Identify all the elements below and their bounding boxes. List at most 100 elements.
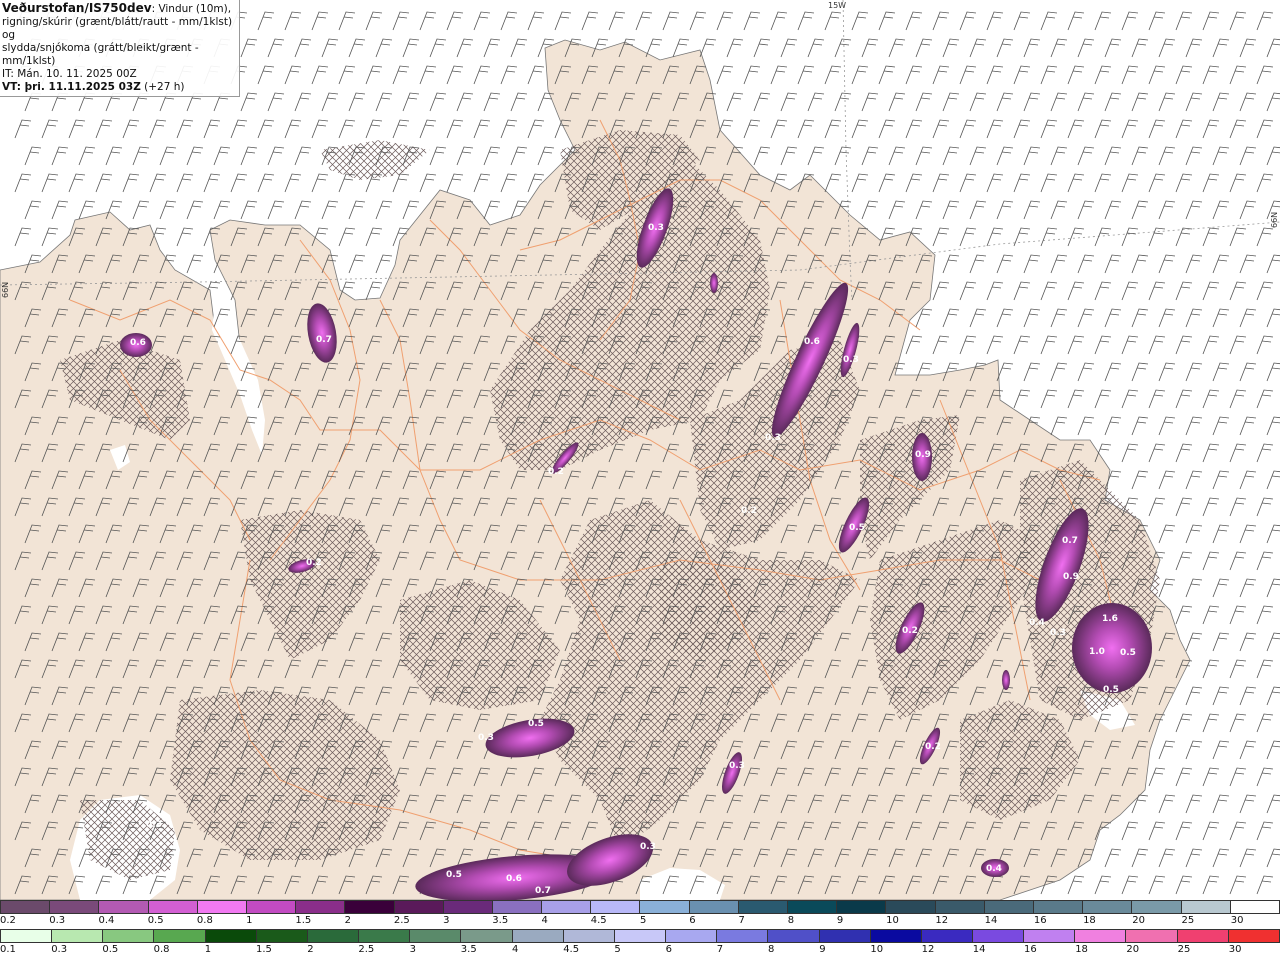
legend-tick-label: 4.5 [590, 915, 607, 926]
legend-swatch [613, 929, 666, 943]
legend-tick-label: 0.3 [51, 944, 68, 955]
precip-label: 0.2 [925, 742, 941, 752]
legend-tick-label: 3.5 [460, 944, 477, 955]
precip-label: 0.5 [528, 719, 544, 729]
precip-label: 0.7 [1062, 536, 1078, 546]
legend-tick-label: 8 [768, 944, 775, 955]
legend-swatch [934, 900, 984, 914]
legend-tick-label: 16 [1024, 944, 1037, 955]
legend-tick-label: 4 [541, 915, 548, 926]
precip-label: 0.4 [1029, 618, 1045, 628]
legend-swatch [971, 929, 1024, 943]
precip-label: 0.3 [478, 733, 494, 743]
legend-swatch [98, 900, 148, 914]
legend-tick-label: 1 [246, 915, 253, 926]
legend-tick-label: 18 [1083, 915, 1096, 926]
precip-label: 0.9 [1063, 572, 1079, 582]
legend-swatch [153, 929, 205, 943]
legend-swatch [885, 900, 935, 914]
legend-tick-label: 2.5 [393, 915, 410, 926]
legend-tick-label: 0.1 [0, 944, 16, 955]
legend-tick-label: 20 [1126, 944, 1140, 955]
legend-tick-label: 6 [665, 944, 672, 955]
legend-swatch [562, 929, 614, 943]
legend-tick-label: 1.5 [256, 944, 272, 955]
legend-swatch [245, 900, 296, 914]
desc-line: : Vindur (10m), [151, 3, 232, 15]
legend-tick-label: 12 [921, 944, 935, 955]
precip-label: 0.5 [849, 523, 865, 533]
legend-tick-label: 14 [972, 944, 986, 955]
legend-tick-label: 3 [409, 944, 416, 955]
legend-tick-label: 10 [886, 915, 899, 926]
legend-tick-label: 9 [836, 915, 844, 926]
legend-tick-label: 20 [1132, 915, 1146, 926]
legend-swatch [1131, 900, 1181, 914]
precip-label: 0.5 [446, 870, 462, 880]
legend-swatch [767, 929, 819, 943]
legend-tick-label: 2.5 [358, 944, 375, 955]
legend-tick-label: 0.4 [98, 915, 115, 926]
legend-swatch [1176, 929, 1228, 943]
lat-label-right: 66N [1270, 212, 1279, 228]
desc-line: slydda/snjókoma (grátt/bleikt/grænt - mm… [2, 42, 199, 67]
legend-swatch [147, 900, 197, 914]
legend-swatch [442, 900, 492, 914]
legend-tick-label: 8 [787, 915, 795, 926]
legend-swatch [787, 900, 837, 914]
precip-label: 0.3 [648, 223, 664, 233]
legend-tick-label: 25 [1177, 944, 1191, 955]
legend-swatch [541, 900, 591, 914]
legend-swatch [409, 929, 461, 943]
legend-tick-label: 30 [1228, 944, 1242, 955]
legend-tick-label: 4.5 [563, 944, 580, 955]
legend-tick-label: 14 [984, 915, 998, 926]
legend-tick-label: 3 [443, 915, 450, 926]
legend-swatch [1180, 900, 1230, 914]
precip-label: 0.7 [316, 335, 332, 345]
legend-tick-label: 1 [204, 944, 212, 955]
legend-swatch [511, 929, 563, 943]
model-title: Veðurstofan/IS750dev [2, 1, 152, 15]
legend-swatch [306, 929, 359, 943]
legend-swatch [920, 929, 972, 943]
legend-snow-labels: 0.2 0.3 0.4 0.5 0.8 1 1.5 2 2.5 3 3.5 4 4.5 5 6 7 8 9 10 12… [0, 915, 1280, 929]
legend-swatch [196, 900, 246, 914]
precip-label: 1.6 [1102, 614, 1118, 624]
legend-swatch [716, 929, 768, 943]
legend-swatch [344, 900, 394, 914]
legend-snow-colorbar [0, 900, 1280, 916]
legend-swatch [688, 900, 738, 914]
legend-tick-label: 5 [640, 915, 647, 926]
precip-label: 0.2 [741, 506, 757, 516]
legend-swatch [102, 929, 154, 943]
legend-swatch [49, 900, 99, 914]
precip-label: 0.3 [640, 842, 656, 852]
legend-tick-label: 7 [716, 944, 724, 955]
legend-swatch [836, 900, 886, 914]
legend-swatch [1074, 929, 1126, 943]
legend-tick-label: 3.5 [492, 915, 509, 926]
weather-map: 15W 66N 66N 0.3 0.6 0.7 0.6 0.3 0.3 0.2 [0, 0, 1280, 900]
legend-tick-label: 30 [1230, 915, 1244, 926]
precip-label: 0.2 [902, 626, 918, 636]
legend-tick-label: 0.5 [147, 915, 164, 926]
legend-swatch [590, 900, 640, 914]
precip-label: 0.3 [729, 761, 745, 771]
lon-label: 15W [828, 1, 846, 10]
legend-tick-label: 25 [1181, 915, 1195, 926]
legend-tick-label: 7 [738, 915, 745, 926]
legend-swatch [491, 900, 542, 914]
legend-tick-label: 2 [344, 915, 351, 926]
precip-label: 0.6 [130, 338, 146, 348]
legend-swatch [460, 929, 512, 943]
desc-line: rigning/skúrir (grænt/blátt/rautt - mm/1… [2, 16, 233, 41]
legend-swatch [983, 900, 1033, 914]
legend-tick-label: 1.5 [295, 915, 312, 926]
precip-label: 0.7 [535, 886, 551, 896]
legend-tick-label: 2 [307, 944, 314, 955]
legend-swatch [204, 929, 256, 943]
precip-label: 0.3 [765, 433, 781, 443]
legend-tick-label: 12 [935, 915, 949, 926]
precip-label: 0.5 [1103, 685, 1119, 695]
